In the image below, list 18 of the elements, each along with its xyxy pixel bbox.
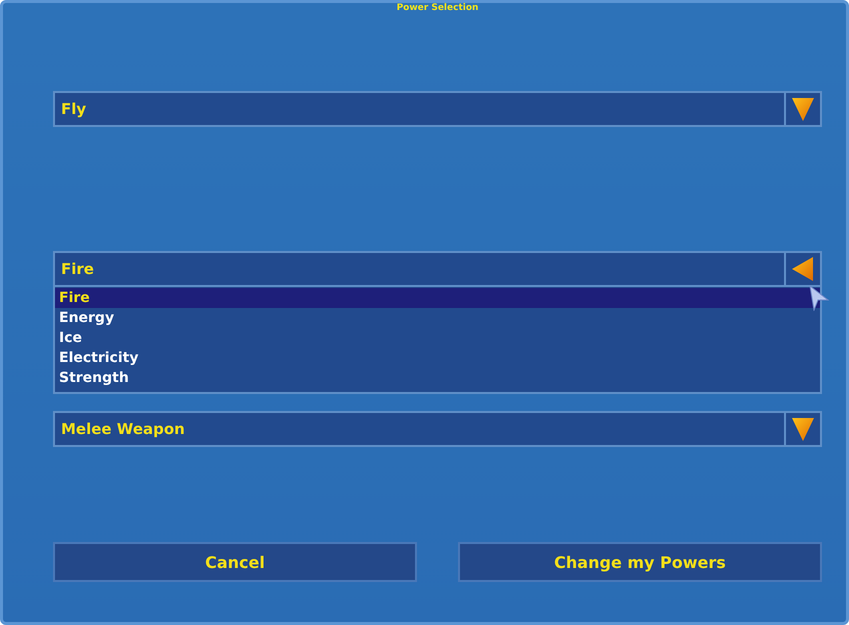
dropdown[interactable]: Melee Weapon (53, 411, 822, 447)
window-title: Power Selection (396, 3, 478, 13)
down-triangle-icon (791, 416, 815, 442)
mouse-pointer-icon (809, 285, 829, 311)
dropdown-option[interactable]: Fire (55, 288, 820, 308)
cancel-button[interactable]: Cancel (53, 542, 417, 582)
dropdown-value: Fly (60, 99, 88, 120)
dropdown-option[interactable]: Strength (55, 368, 820, 388)
dropdown[interactable]: Fire (53, 251, 822, 287)
dropdown-option[interactable]: Energy (55, 308, 820, 328)
dropdown-option[interactable]: Electricity (55, 348, 820, 368)
dropdown-value: Melee Weapon (60, 419, 186, 440)
down-triangle-icon (791, 96, 815, 122)
dropdown-option[interactable]: Ice (55, 328, 820, 348)
left-triangle-icon (791, 256, 815, 282)
confirm-button[interactable]: Change my Powers (458, 542, 822, 582)
dropdown[interactable]: Fly (53, 91, 822, 127)
dropdown-value: Fire (60, 259, 95, 280)
